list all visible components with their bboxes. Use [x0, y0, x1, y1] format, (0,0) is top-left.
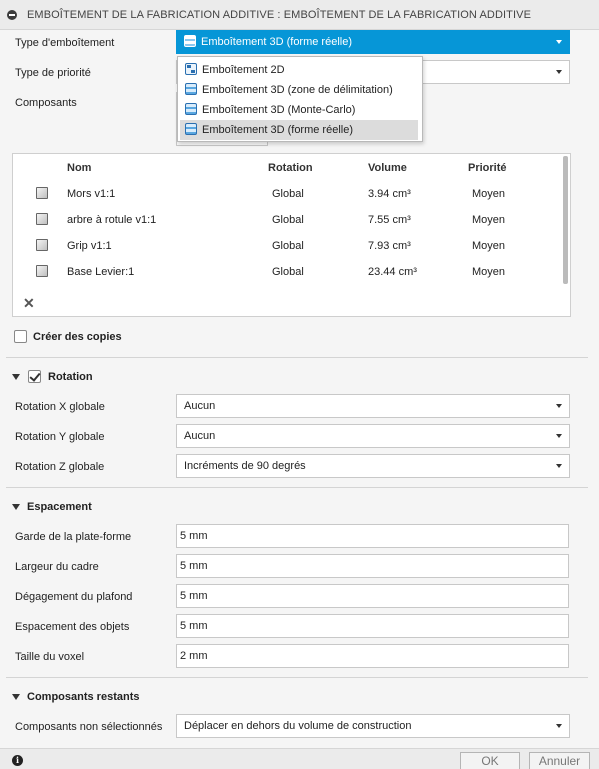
row-rotation: Global	[272, 214, 304, 226]
row-priority: Moyen	[472, 188, 506, 200]
dialog-footer: i OK Annuler	[0, 748, 599, 769]
table-row[interactable]: Grip v1:1 Global 7.93 cm³ Moyen	[13, 236, 561, 258]
row-rotation: Global	[272, 266, 304, 278]
info-icon[interactable]: i	[12, 755, 23, 766]
rotation-y-value: Aucun	[184, 430, 216, 442]
row-priority: Moyen	[472, 240, 506, 252]
voxel-size-label: Taille du voxel	[15, 651, 85, 663]
ceiling-clearance-label: Dégagement du plafond	[15, 591, 133, 603]
divider	[6, 677, 588, 678]
row-priority: Moyen	[472, 214, 506, 226]
row-volume: 3.94 cm³	[368, 188, 411, 200]
nesting-3d-icon	[185, 123, 197, 135]
unselected-components-value: Déplacer en dehors du volume de construc…	[184, 720, 412, 732]
object-spacing-input[interactable]: 5 mm	[176, 614, 569, 638]
priority-type-label: Type de priorité	[15, 67, 91, 79]
table-row[interactable]: Base Levier:1 Global 23.44 cm³ Moyen	[13, 262, 561, 284]
row-volume: 7.93 cm³	[368, 240, 411, 252]
components-label: Composants	[15, 97, 77, 109]
row-rotation: Global	[272, 188, 304, 200]
voxel-size-input[interactable]: 2 mm	[176, 644, 569, 668]
remove-icon[interactable]: ✕	[23, 295, 35, 312]
table-row[interactable]: arbre à rotule v1:1 Global 7.55 cm³ Moye…	[13, 210, 561, 232]
platform-clearance-input[interactable]: 5 mm	[176, 524, 569, 548]
nesting-2d-icon	[185, 63, 197, 75]
rotation-y-label: Rotation Y globale	[15, 431, 105, 443]
nesting-3d-icon	[184, 35, 196, 47]
create-copies-label: Créer des copies	[33, 331, 122, 343]
spacing-section-title: Espacement	[27, 501, 92, 513]
table-scrollbar[interactable]	[563, 156, 568, 284]
column-header-priority[interactable]: Priorité	[468, 162, 507, 174]
dropdown-option-true-shape[interactable]: Emboîtement 3D (forme réelle)	[180, 120, 418, 140]
unselected-components-select[interactable]: Déplacer en dehors du volume de construc…	[176, 714, 570, 738]
ceiling-clearance-input[interactable]: 5 mm	[176, 584, 569, 608]
chevron-down-icon	[556, 434, 562, 438]
row-name: Base Levier:1	[67, 266, 135, 278]
dropdown-option-2d[interactable]: Emboîtement 2D	[180, 60, 418, 80]
collapse-triangle-icon[interactable]	[12, 504, 20, 510]
create-copies-checkbox[interactable]	[14, 330, 27, 343]
chevron-down-icon	[556, 404, 562, 408]
rotation-x-label: Rotation X globale	[15, 401, 105, 413]
dialog-titlebar: EMBOÎTEMENT DE LA FABRICATION ADDITIVE :…	[0, 0, 599, 30]
row-volume: 23.44 cm³	[368, 266, 417, 278]
body-icon	[36, 239, 48, 251]
chevron-down-icon	[556, 464, 562, 468]
divider	[6, 357, 588, 358]
body-icon	[36, 265, 48, 277]
dialog-title: EMBOÎTEMENT DE LA FABRICATION ADDITIVE :…	[27, 9, 532, 21]
row-priority: Moyen	[472, 266, 506, 278]
body-icon	[36, 213, 48, 225]
collapse-triangle-icon[interactable]	[12, 694, 20, 700]
nesting-type-label: Type d'emboîtement	[15, 37, 115, 49]
column-header-rotation[interactable]: Rotation	[268, 162, 313, 174]
rotation-x-select[interactable]: Aucun	[176, 394, 570, 418]
chevron-down-icon	[556, 70, 562, 74]
platform-clearance-label: Garde de la plate-forme	[15, 531, 132, 543]
remaining-section-title: Composants restants	[27, 691, 140, 703]
rotation-section-title: Rotation	[48, 371, 93, 383]
components-table: Nom Rotation Volume Priorité Mors v1:1 G…	[12, 153, 571, 317]
nesting-3d-icon	[185, 103, 197, 115]
rotation-x-value: Aucun	[184, 400, 216, 412]
body-icon	[36, 187, 48, 199]
row-name: arbre à rotule v1:1	[67, 214, 157, 226]
frame-width-label: Largeur du cadre	[15, 561, 99, 573]
object-spacing-label: Espacement des objets	[15, 621, 130, 633]
table-row[interactable]: Mors v1:1 Global 3.94 cm³ Moyen	[13, 184, 561, 206]
column-header-volume[interactable]: Volume	[368, 162, 407, 174]
row-name: Grip v1:1	[67, 240, 112, 252]
chevron-down-icon	[556, 724, 562, 728]
frame-width-input[interactable]: 5 mm	[176, 554, 569, 578]
chevron-down-icon	[556, 40, 562, 44]
dropdown-option-bbox[interactable]: Emboîtement 3D (zone de délimitation)	[180, 80, 418, 100]
divider	[6, 487, 588, 488]
nesting-3d-icon	[185, 83, 197, 95]
nesting-type-select[interactable]: Emboîtement 3D (forme réelle)	[176, 30, 570, 54]
rotation-z-value: Incréments de 90 degrés	[184, 460, 306, 472]
unselected-components-label: Composants non sélectionnés	[15, 721, 163, 733]
row-rotation: Global	[272, 240, 304, 252]
rotation-y-select[interactable]: Aucun	[176, 424, 570, 448]
dropdown-option-monte-carlo[interactable]: Emboîtement 3D (Monte-Carlo)	[180, 100, 418, 120]
collapse-icon[interactable]	[7, 10, 17, 20]
cancel-button[interactable]: Annuler	[529, 752, 590, 769]
collapse-triangle-icon[interactable]	[12, 374, 20, 380]
rotation-checkbox[interactable]	[28, 370, 41, 383]
rotation-z-label: Rotation Z globale	[15, 461, 105, 473]
column-header-name[interactable]: Nom	[67, 162, 91, 174]
row-name: Mors v1:1	[67, 188, 116, 200]
row-volume: 7.55 cm³	[368, 214, 411, 226]
rotation-z-select[interactable]: Incréments de 90 degrés	[176, 454, 570, 478]
ok-button[interactable]: OK	[460, 752, 520, 769]
nesting-type-value: Emboîtement 3D (forme réelle)	[201, 36, 352, 48]
nesting-type-dropdown: Emboîtement 2D Emboîtement 3D (zone de d…	[177, 56, 423, 142]
